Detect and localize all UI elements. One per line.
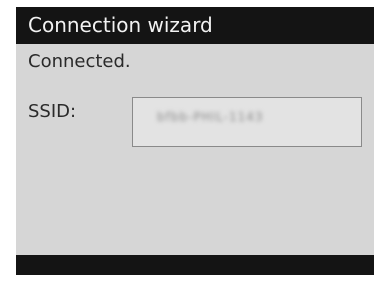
ssid-value: bfbb-PHIL-1143 (157, 110, 264, 124)
window-title: Connection wizard (28, 13, 213, 37)
wizard-screen: Connection wizard Connected. SSID: bfbb-… (16, 7, 374, 275)
connection-status-text: Connected. (28, 51, 131, 72)
bottom-bar (16, 255, 374, 275)
ssid-field: bfbb-PHIL-1143 (132, 97, 362, 147)
ssid-label: SSID: (28, 101, 77, 122)
title-bar: Connection wizard (16, 7, 374, 44)
